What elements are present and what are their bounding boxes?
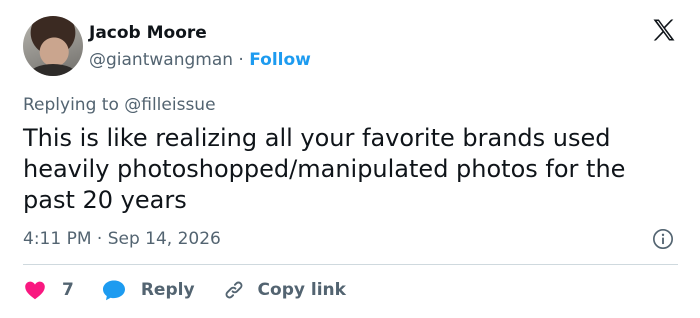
avatar[interactable] xyxy=(23,16,83,76)
copy-link-button[interactable]: Copy link xyxy=(222,278,346,302)
info-icon[interactable] xyxy=(652,228,674,250)
author-name[interactable]: Jacob Moore xyxy=(89,22,207,44)
author-handle-row: @giantwangman · Follow xyxy=(89,49,311,71)
speech-bubble-icon xyxy=(102,280,125,301)
heart-icon xyxy=(25,281,45,300)
author-handle[interactable]: @giantwangman xyxy=(89,50,233,70)
action-bar: 7 Reply Copy link xyxy=(23,278,346,302)
timestamp-separator: · xyxy=(96,229,103,249)
like-count: 7 xyxy=(62,280,74,300)
link-icon xyxy=(225,281,242,299)
copy-link-label: Copy link xyxy=(257,280,346,300)
reply-label: Reply xyxy=(140,280,195,300)
tweet-timestamp[interactable]: 4:11 PM · Sep 14, 2026 xyxy=(23,228,221,250)
reply-button[interactable]: Reply xyxy=(101,278,222,302)
reply-context[interactable]: Replying to @filleissue xyxy=(23,94,216,116)
handle-separator: · xyxy=(238,50,244,70)
follow-link[interactable]: Follow xyxy=(249,50,311,70)
tweet-time: 4:11 PM xyxy=(23,229,92,249)
tweet-text: This is like realizing all your favorite… xyxy=(23,124,626,214)
x-logo-icon[interactable] xyxy=(650,16,678,44)
divider xyxy=(23,264,678,265)
like-button[interactable]: 7 xyxy=(23,278,101,302)
avatar-shoulders xyxy=(29,64,77,76)
tweet-date: Sep 14, 2026 xyxy=(107,229,221,249)
